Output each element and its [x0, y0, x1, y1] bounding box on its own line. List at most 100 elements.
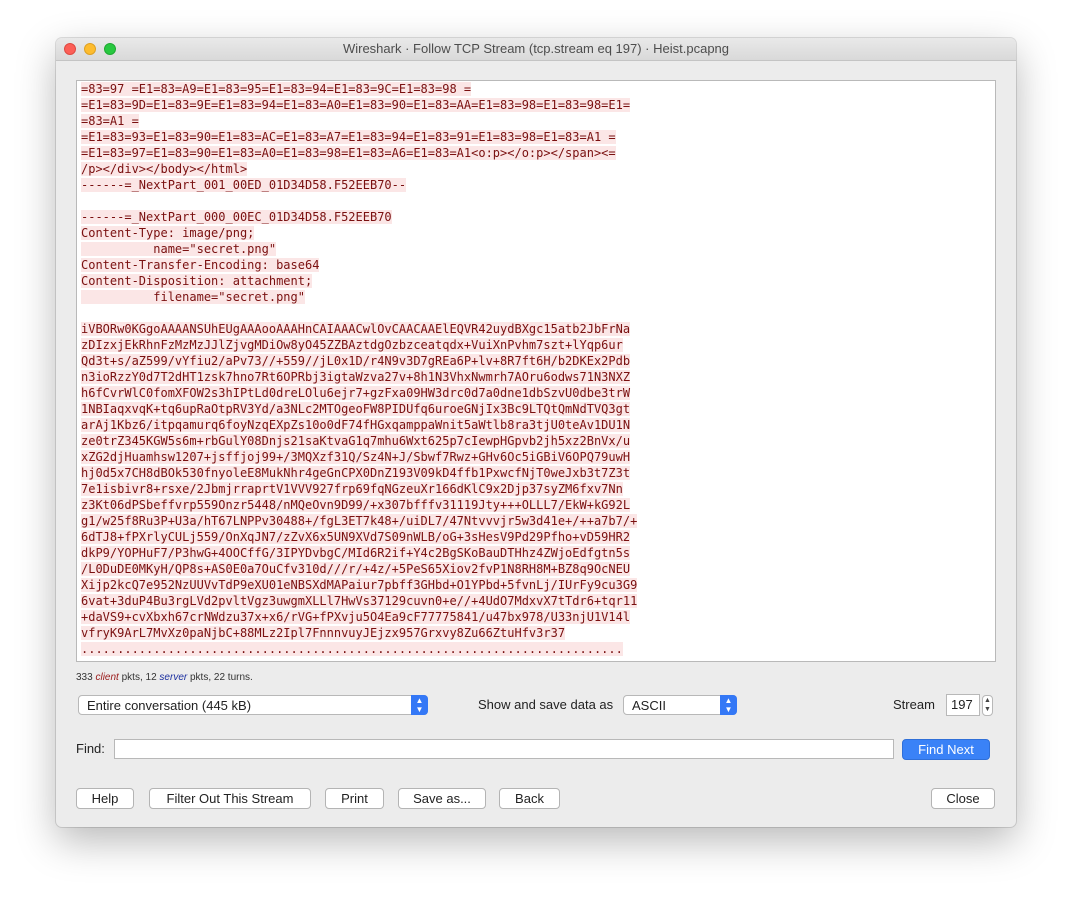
- stream-line: filename="secret.png": [81, 289, 991, 305]
- stream-line: name="secret.png": [81, 241, 991, 257]
- stream-number-input[interactable]: 197: [946, 694, 980, 716]
- find-label: Find:: [76, 741, 105, 756]
- select-chevron-icon: ▲ ▼: [720, 695, 737, 715]
- stream-line: xZG2djHuamhsw1207+jsffjoj99+/3MQXzf31Q/S…: [81, 449, 991, 465]
- conversation-select-value: Entire conversation (445 kB): [87, 698, 252, 713]
- save-as-button[interactable]: Save as...: [398, 788, 486, 809]
- stream-line-text: g1/w25f8Ru3P+U3a/hT67LNPPv30488+/fgL3ET7…: [81, 514, 638, 528]
- help-button[interactable]: Help: [76, 788, 134, 809]
- stream-line-text: /L0DuDE0MKyH/QP8s+AS0E0a7OuCfv310d///r/+…: [81, 562, 631, 576]
- stream-line-text: h6fCvrWlC0fomXFOW2s3hIPtLd0dreLOlu6ejr7+…: [81, 386, 631, 400]
- stream-line-text: name="secret.png": [81, 242, 277, 256]
- stream-line: ze0trZ345KGW5s6m+rbGulY08Dnjs21saKtvaG1q…: [81, 433, 991, 449]
- stream-line-text: ze0trZ345KGW5s6m+rbGulY08Dnjs21saKtvaG1q…: [81, 434, 631, 448]
- stream-line: ------=_NextPart_001_00ED_01D34D58.F52EE…: [81, 177, 991, 193]
- stream-line: +daVS9+cvXbxh67crNWdzu37x+x6/rVG+fPXvju5…: [81, 609, 991, 625]
- stream-line: =E1=83=97=E1=83=90=E1=83=A0=E1=83=98=E1=…: [81, 145, 991, 161]
- stream-line: n3ioRzzY0d7T2dHT1zsk7hno7Rt6OPRbj3igtaWz…: [81, 369, 991, 385]
- stream-line: hj0d5x7CH8dBOk530fnyoleE8MukNhr4geGnCPX0…: [81, 465, 991, 481]
- stream-line: Content-Transfer-Encoding: base64: [81, 257, 991, 273]
- stream-line: ------=_NextPart_000_00EC_01D34D58.F52EE…: [81, 209, 991, 225]
- stream-line-text: ------=_NextPart_000_00EC_01D34D58.F52EE…: [81, 210, 392, 224]
- stream-line-text: zDIzxjEkRhnFzMzMzJJlZjvgMDiOw8yO45ZZBAzt…: [81, 338, 623, 352]
- stream-line: zDIzxjEkRhnFzMzMzJJlZjvgMDiOw8yO45ZZBAzt…: [81, 337, 991, 353]
- stream-line-text: /p></div></body></html>: [81, 162, 248, 176]
- stream-content-area[interactable]: =83=97 =E1=83=A9=E1=83=95=E1=83=94=E1=83…: [76, 80, 996, 662]
- stream-line: =83=A1 =: [81, 113, 991, 129]
- stream-line-text: z3Kt06dPSbeffvrp559Onzr5448/nMQeOvn9D99/…: [81, 498, 631, 512]
- stream-line: h6fCvrWlC0fomXFOW2s3hIPtLd0dreLOlu6ejr7+…: [81, 385, 991, 401]
- stream-line-text: hj0d5x7CH8dBOk530fnyoleE8MukNhr4geGnCPX0…: [81, 466, 631, 480]
- stream-line: =E1=83=9D=E1=83=9E=E1=83=94=E1=83=A0=E1=…: [81, 97, 991, 113]
- stream-label: Stream: [893, 697, 935, 712]
- stream-line-text: Xijp2kcQ7e952NzUUVvTdP9eXU01eNBSXdMAPaiu…: [81, 578, 638, 592]
- stream-line-text: arAj1Kbz6/itpqamurq6foyNzqEXpZs10o0dF74f…: [81, 418, 631, 432]
- stream-line: Xijp2kcQ7e952NzUUVvTdP9eXU01eNBSXdMAPaiu…: [81, 577, 991, 593]
- stream-line-text: ........................................…: [81, 642, 623, 656]
- conversation-select[interactable]: Entire conversation (445 kB) ▲ ▼: [78, 695, 428, 715]
- stream-line: /L0DuDE0MKyH/QP8s+AS0E0a7OuCfv310d///r/+…: [81, 561, 991, 577]
- stream-line-text: n3ioRzzY0d7T2dHT1zsk7hno7Rt6OPRbj3igtaWz…: [81, 370, 631, 384]
- stream-line-text: =E1=83=97=E1=83=90=E1=83=A0=E1=83=98=E1=…: [81, 146, 616, 160]
- stream-line: dkP9/YOPHuF7/P3hwG+4OOCffG/3IPYDvbgC/MId…: [81, 545, 991, 561]
- stream-line: Content-Disposition: attachment;: [81, 273, 991, 289]
- stream-line-text: ------=_NextPart_001_00ED_01D34D58.F52EE…: [81, 178, 407, 192]
- stream-stepper-icon[interactable]: ▲ ▼: [982, 695, 993, 716]
- stream-line-text: iVBORw0KGgoAAAANSUhEUgAAAooAAAHnCAIAAACw…: [81, 322, 631, 336]
- back-button[interactable]: Back: [499, 788, 560, 809]
- stream-line: 7e1isbivr8+rsxe/2JbmjrraprtV1VVV927frp69…: [81, 481, 991, 497]
- data-format-value: ASCII: [632, 698, 666, 713]
- stream-line: ........................................…: [81, 641, 991, 657]
- stream-line-text: 6vat+3duP4Bu3rgLVd2pvltVgz3uwgmXLLl7HwVs…: [81, 594, 638, 608]
- stream-line-text: 6dTJ8+fPXrlyCULj559/OnXqJN7/zZvX6x5UN9XV…: [81, 530, 631, 544]
- show-save-label: Show and save data as: [478, 697, 614, 712]
- select-chevron-icon: ▲ ▼: [411, 695, 428, 715]
- stream-line-text: =83=A1 =: [81, 114, 139, 128]
- stream-line: Content-Type: image/png;: [81, 225, 991, 241]
- stream-line: 1NBIaqxvqK+tq6upRaOtpRV3Yd/a3NLc2MTOgeoF…: [81, 401, 991, 417]
- stream-line: =83=97 =E1=83=A9=E1=83=95=E1=83=94=E1=83…: [81, 81, 991, 97]
- stream-line: [81, 305, 991, 321]
- client-packet-count: 333: [76, 672, 93, 683]
- stream-line-text: 1NBIaqxvqK+tq6upRaOtpRV3Yd/a3NLc2MTOgeoF…: [81, 402, 631, 416]
- follow-tcp-stream-window: Wireshark · Follow TCP Stream (tcp.strea…: [56, 38, 1016, 827]
- print-button[interactable]: Print: [325, 788, 384, 809]
- stream-line-text: =E1=83=9D=E1=83=9E=E1=83=94=E1=83=A0=E1=…: [81, 98, 631, 112]
- title-bar: Wireshark · Follow TCP Stream (tcp.strea…: [56, 38, 1016, 61]
- find-input[interactable]: [114, 739, 894, 759]
- stream-line: iVBORw0KGgoAAAANSUhEUgAAAooAAAHnCAIAAACw…: [81, 321, 991, 337]
- stream-line-text: Content-Type: image/png;: [81, 226, 255, 240]
- stream-line: arAj1Kbz6/itpqamurq6foyNzqEXpZs10o0dF74f…: [81, 417, 991, 433]
- stream-line-text: xZG2djHuamhsw1207+jsffjoj99+/3MQXzf31Q/S…: [81, 450, 631, 464]
- packet-summary: 333 client pkts, 12 server pkts, 22 turn…: [76, 672, 253, 683]
- find-next-button[interactable]: Find Next: [902, 739, 990, 760]
- stream-line-text: =E1=83=93=E1=83=90=E1=83=AC=E1=83=A7=E1=…: [81, 130, 616, 144]
- stream-line: g1/w25f8Ru3P+U3a/hT67LNPPv30488+/fgL3ET7…: [81, 513, 991, 529]
- stream-line: Qd3t+s/aZ599/vYfiu2/aPv73//+559//jL0x1D/…: [81, 353, 991, 369]
- stream-line-text: Content-Disposition: attachment;: [81, 274, 313, 288]
- stream-line-text: filename="secret.png": [81, 290, 305, 304]
- summary-middle: pkts, 12: [121, 672, 157, 683]
- server-label: server: [159, 672, 188, 683]
- filter-out-stream-button[interactable]: Filter Out This Stream: [149, 788, 311, 809]
- stream-line-text: +daVS9+cvXbxh67crNWdzu37x+x6/rVG+fPXvju5…: [81, 610, 631, 624]
- stream-line: vfryK9ArL7MvXz0paNjbC+88MLz2Ipl7FnnnvuyJ…: [81, 625, 991, 641]
- data-format-select[interactable]: ASCII ▲ ▼: [623, 695, 737, 715]
- summary-tail: pkts, 22 turns.: [190, 672, 253, 683]
- stream-line: z3Kt06dPSbeffvrp559Onzr5448/nMQeOvn9D99/…: [81, 497, 991, 513]
- stream-line-text: Qd3t+s/aZ599/vYfiu2/aPv73//+559//jL0x1D/…: [81, 354, 631, 368]
- stream-line-text: 7e1isbivr8+rsxe/2JbmjrraprtV1VVV927frp69…: [81, 482, 623, 496]
- stream-line-text: dkP9/YOPHuF7/P3hwG+4OOCffG/3IPYDvbgC/MId…: [81, 546, 631, 560]
- stream-line-text: =83=97 =E1=83=A9=E1=83=95=E1=83=94=E1=83…: [81, 82, 472, 96]
- window-title: Wireshark · Follow TCP Stream (tcp.strea…: [342, 41, 730, 56]
- stream-line-text: Content-Transfer-Encoding: base64: [81, 258, 320, 272]
- stream-line-text: vfryK9ArL7MvXz0paNjbC+88MLz2Ipl7FnnnvuyJ…: [81, 626, 566, 640]
- stream-line: =E1=83=93=E1=83=90=E1=83=AC=E1=83=A7=E1=…: [81, 129, 991, 145]
- close-button[interactable]: Close: [931, 788, 995, 809]
- stream-line: 6dTJ8+fPXrlyCULj559/OnXqJN7/zZvX6x5UN9XV…: [81, 529, 991, 545]
- stream-line: /p></div></body></html>: [81, 161, 991, 177]
- client-label: client: [95, 672, 119, 683]
- stream-line: 6vat+3duP4Bu3rgLVd2pvltVgz3uwgmXLLl7HwVs…: [81, 593, 991, 609]
- stream-line: [81, 193, 991, 209]
- stream-text: =83=97 =E1=83=A9=E1=83=95=E1=83=94=E1=83…: [81, 81, 991, 657]
